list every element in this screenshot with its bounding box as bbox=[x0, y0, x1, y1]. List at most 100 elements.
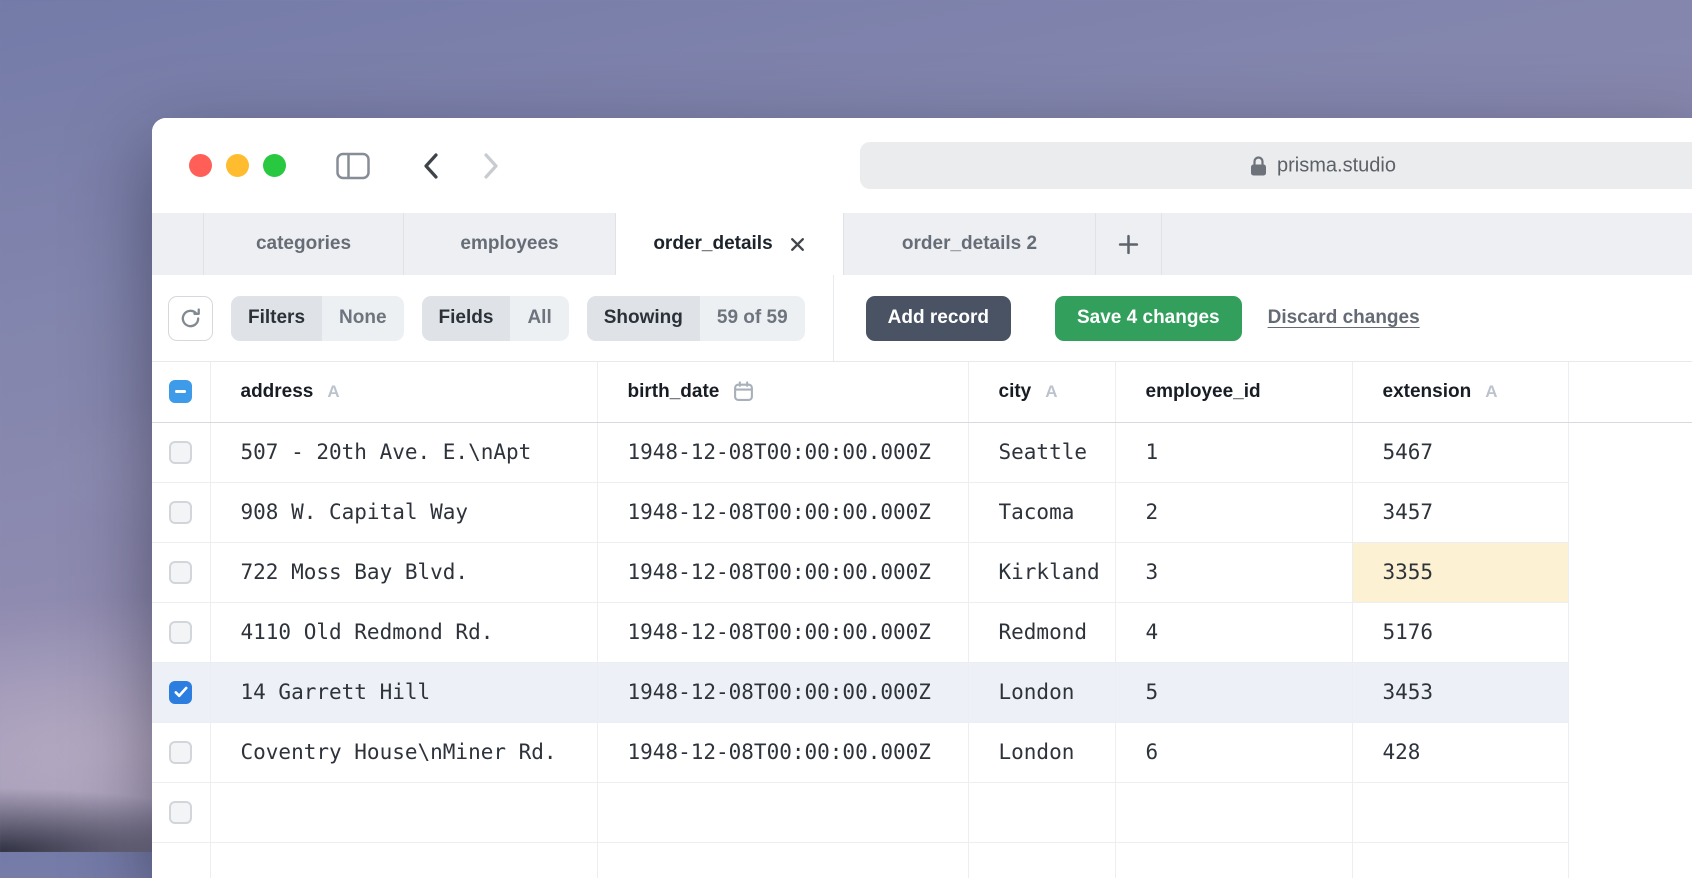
row-select-cell bbox=[152, 782, 210, 842]
row-filler bbox=[1568, 482, 1692, 542]
cell-extension[interactable]: 3457 bbox=[1352, 482, 1568, 542]
column-title: extension bbox=[1383, 381, 1472, 403]
chevron-left-icon bbox=[420, 151, 442, 181]
cell-address[interactable]: 4110 Old Redmond Rd. bbox=[210, 602, 597, 662]
close-window-button[interactable] bbox=[189, 154, 212, 177]
cell-city[interactable]: London bbox=[968, 722, 1115, 782]
minimize-window-button[interactable] bbox=[226, 154, 249, 177]
column-header-address[interactable]: address A bbox=[210, 362, 597, 422]
cell-employee_id[interactable]: 3 bbox=[1115, 542, 1352, 602]
filters-value: None bbox=[322, 296, 404, 341]
tab-label: order_details bbox=[653, 233, 772, 255]
cell-birth_date bbox=[597, 842, 968, 878]
cell-employee_id[interactable]: 6 bbox=[1115, 722, 1352, 782]
discard-changes-link[interactable]: Discard changes bbox=[1268, 307, 1420, 329]
tab-order-details[interactable]: order_details bbox=[616, 213, 844, 275]
cell-address[interactable]: Coventry House\nMiner Rd. bbox=[210, 722, 597, 782]
row-select-cell bbox=[152, 602, 210, 662]
chevron-right-icon bbox=[480, 151, 502, 181]
row-filler bbox=[1568, 842, 1692, 878]
table-row: 908 W. Capital Way1948-12-08T00:00:00.00… bbox=[152, 482, 1692, 542]
cell-birth_date[interactable]: 1948-12-08T00:00:00.000Z bbox=[597, 542, 968, 602]
row-checkbox[interactable] bbox=[169, 741, 192, 764]
row-checkbox[interactable] bbox=[169, 441, 192, 464]
filters-label: Filters bbox=[231, 296, 322, 341]
table-row: 507 - 20th Ave. E.\nApt1948-12-08T00:00:… bbox=[152, 422, 1692, 482]
cell-city[interactable]: Kirkland bbox=[968, 542, 1115, 602]
forward-button[interactable] bbox=[480, 151, 502, 181]
row-checkbox[interactable] bbox=[169, 501, 192, 524]
row-checkbox[interactable] bbox=[169, 801, 192, 824]
column-header-city[interactable]: city A bbox=[968, 362, 1115, 422]
toolbar-divider bbox=[833, 275, 834, 361]
fields-control[interactable]: Fields All bbox=[422, 296, 569, 341]
toolbar: Filters None Fields All Showing 59 of 59… bbox=[152, 275, 1692, 361]
cell-birth_date[interactable]: 1948-12-08T00:00:00.000Z bbox=[597, 602, 968, 662]
tab-categories[interactable]: categories bbox=[204, 213, 404, 275]
column-header-employee-id[interactable]: employee_id bbox=[1115, 362, 1352, 422]
tab-order-details-2[interactable]: order_details 2 bbox=[844, 213, 1096, 275]
cell-employee_id[interactable]: 1 bbox=[1115, 422, 1352, 482]
column-header-birth-date[interactable]: birth_date bbox=[597, 362, 968, 422]
cell-extension[interactable]: 3453 bbox=[1352, 662, 1568, 722]
row-select-cell bbox=[152, 542, 210, 602]
cell-extension[interactable]: 428 bbox=[1352, 722, 1568, 782]
browser-titlebar: prisma.studio bbox=[152, 118, 1692, 213]
row-checkbox[interactable] bbox=[169, 681, 192, 704]
tab-employees[interactable]: employees bbox=[404, 213, 616, 275]
add-record-button[interactable]: Add record bbox=[866, 296, 1011, 341]
cell-employee_id bbox=[1115, 842, 1352, 878]
cell-extension[interactable]: 5467 bbox=[1352, 422, 1568, 482]
cell-employee_id[interactable]: 2 bbox=[1115, 482, 1352, 542]
header-filler bbox=[1568, 362, 1692, 422]
new-tab-button[interactable] bbox=[1096, 213, 1162, 275]
cell-birth_date[interactable]: 1948-12-08T00:00:00.000Z bbox=[597, 482, 968, 542]
cell-employee_id[interactable]: 4 bbox=[1115, 602, 1352, 662]
save-changes-button[interactable]: Save 4 changes bbox=[1055, 296, 1242, 341]
row-select-cell bbox=[152, 422, 210, 482]
cell-address[interactable]: 507 - 20th Ave. E.\nApt bbox=[210, 422, 597, 482]
row-select-cell bbox=[152, 482, 210, 542]
cell-employee_id bbox=[1115, 782, 1352, 842]
cell-city[interactable]: Tacoma bbox=[968, 482, 1115, 542]
filters-control[interactable]: Filters None bbox=[231, 296, 404, 341]
sidebar-toggle-button[interactable] bbox=[336, 152, 370, 179]
browser-window: prisma.studio categories employees order… bbox=[152, 118, 1692, 878]
column-header-extension[interactable]: extension A bbox=[1352, 362, 1568, 422]
refresh-button[interactable] bbox=[168, 296, 213, 341]
row-checkbox[interactable] bbox=[169, 621, 192, 644]
showing-label: Showing bbox=[587, 296, 700, 341]
cell-address[interactable]: 722 Moss Bay Blvd. bbox=[210, 542, 597, 602]
cell-birth_date[interactable]: 1948-12-08T00:00:00.000Z bbox=[597, 662, 968, 722]
cell-address[interactable]: 908 W. Capital Way bbox=[210, 482, 597, 542]
row-filler bbox=[1568, 782, 1692, 842]
url-bar[interactable]: prisma.studio bbox=[860, 142, 1692, 189]
table-header: address A birth_date city A bbox=[152, 362, 1692, 422]
cell-city[interactable]: Seattle bbox=[968, 422, 1115, 482]
table-row: 14 Garrett Hill1948-12-08T00:00:00.000ZL… bbox=[152, 662, 1692, 722]
showing-control[interactable]: Showing 59 of 59 bbox=[587, 296, 805, 341]
back-button[interactable] bbox=[420, 151, 442, 181]
table-row-partial bbox=[152, 842, 1692, 878]
cell-employee_id[interactable]: 5 bbox=[1115, 662, 1352, 722]
select-all-checkbox[interactable] bbox=[169, 380, 192, 403]
cell-city[interactable]: London bbox=[968, 662, 1115, 722]
cell-birth_date[interactable]: 1948-12-08T00:00:00.000Z bbox=[597, 722, 968, 782]
column-title: birth_date bbox=[628, 381, 720, 403]
showing-value: 59 of 59 bbox=[700, 296, 805, 341]
traffic-lights bbox=[189, 154, 286, 177]
text-type-icon: A bbox=[1485, 382, 1497, 402]
zoom-window-button[interactable] bbox=[263, 154, 286, 177]
cell-birth_date[interactable]: 1948-12-08T00:00:00.000Z bbox=[597, 422, 968, 482]
cell-extension[interactable]: 5176 bbox=[1352, 602, 1568, 662]
cell-city[interactable]: Redmond bbox=[968, 602, 1115, 662]
tab-label: categories bbox=[256, 233, 351, 255]
cell-birth_date bbox=[597, 782, 968, 842]
column-title: city bbox=[999, 381, 1032, 403]
cell-address[interactable]: 14 Garrett Hill bbox=[210, 662, 597, 722]
row-select-cell bbox=[152, 662, 210, 722]
close-tab-icon[interactable] bbox=[789, 236, 806, 253]
table-row: Coventry House\nMiner Rd.1948-12-08T00:0… bbox=[152, 722, 1692, 782]
row-checkbox[interactable] bbox=[169, 561, 192, 584]
cell-extension[interactable]: 3355 bbox=[1352, 542, 1568, 602]
